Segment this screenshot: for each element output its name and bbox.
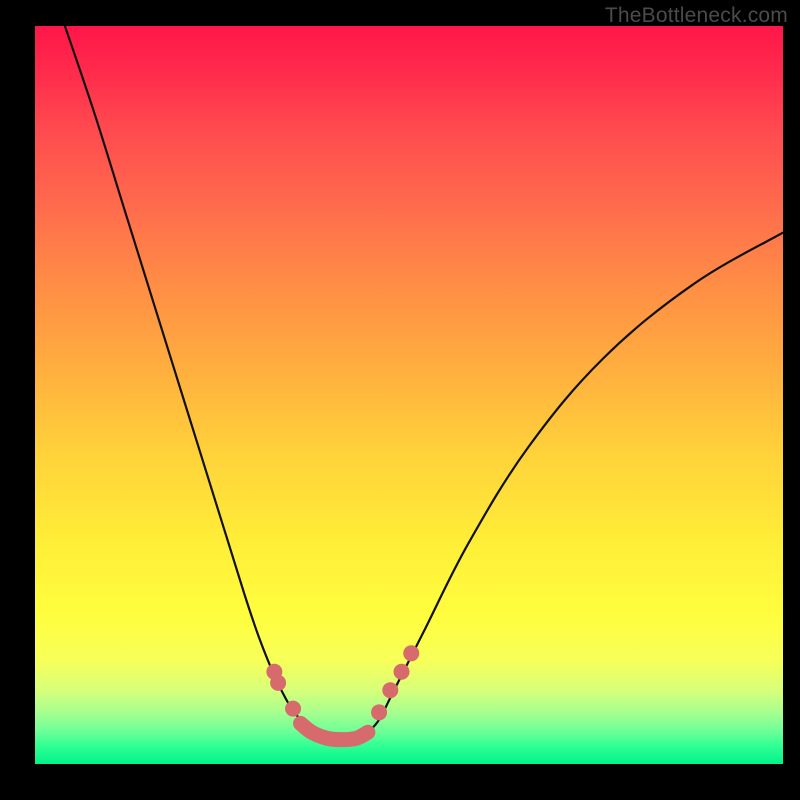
valley-highlight — [301, 723, 368, 739]
curves-svg — [35, 26, 783, 764]
right-curve — [368, 233, 783, 733]
left-dots — [266, 664, 301, 717]
plot-area — [35, 26, 783, 764]
right-dots — [371, 645, 419, 720]
chart-frame: TheBottleneck.com — [0, 0, 800, 800]
watermark-text: TheBottleneck.com — [605, 4, 788, 28]
left-curve — [65, 26, 312, 732]
